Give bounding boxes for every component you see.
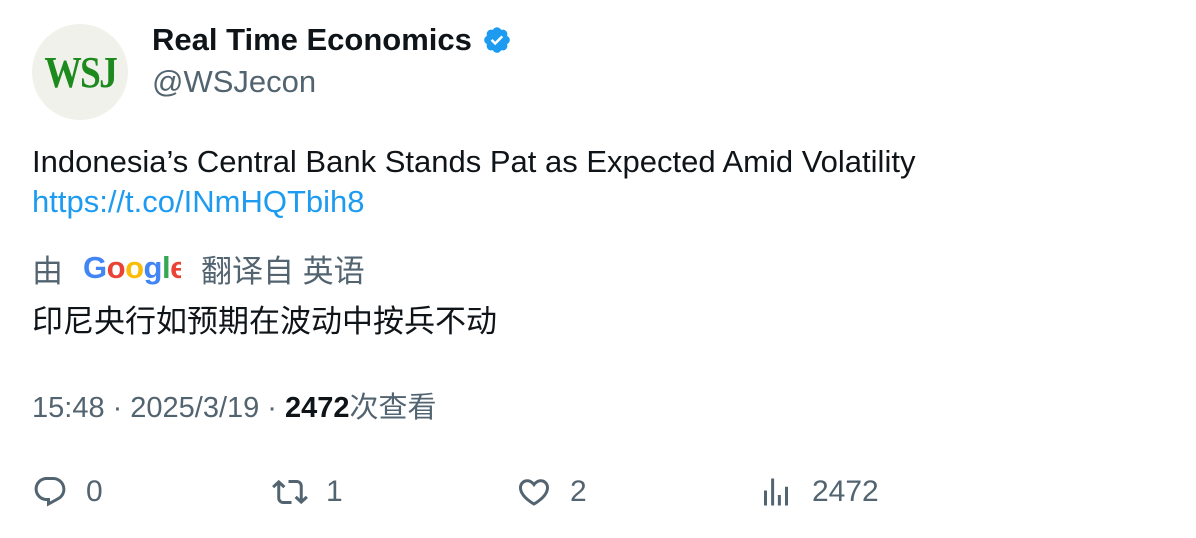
translated-text: 印尼央行如预期在波动中按兵不动 [32, 304, 497, 339]
tweet-time[interactable]: 15:48 [32, 392, 105, 425]
views-label: 次查看 [349, 392, 437, 424]
google-logo-icon[interactable]: Google [83, 249, 188, 289]
display-name[interactable]: Real Time Economics [152, 22, 472, 58]
tweet-date[interactable]: 2025/3/19 [130, 392, 259, 425]
tweet-text: Indonesia’s Central Bank Stands Pat as E… [32, 142, 915, 222]
avatar[interactable]: WSJ [32, 24, 128, 120]
translation-prefix: 由 [32, 254, 63, 289]
retweet-icon [272, 479, 308, 505]
views-button[interactable]: 2472 [758, 470, 879, 514]
meta-separator: · [267, 392, 277, 424]
user-handle[interactable]: @WSJecon [152, 64, 316, 100]
author-name-row: Real Time Economics [152, 22, 512, 58]
verified-badge-icon[interactable] [482, 25, 512, 55]
action-bar: 0 1 2 2472 [32, 470, 1164, 514]
translation-suffix: 翻译自 英语 [201, 254, 365, 289]
reply-icon [34, 477, 66, 507]
like-button[interactable]: 2 [516, 470, 587, 514]
analytics-icon [764, 478, 788, 506]
translation-attribution: 由 Google 翻译自 英语 [32, 246, 365, 291]
tweet-meta: 15:48 · 2025/3/19 · 2472 次查看 [32, 384, 436, 426]
tweet-link[interactable]: https://t.co/INmHQTbih8 [32, 182, 915, 222]
like-count: 2 [570, 475, 587, 508]
tweet-body: Indonesia’s Central Bank Stands Pat as E… [32, 144, 916, 179]
retweet-button[interactable]: 1 [272, 470, 343, 514]
reply-button[interactable]: 0 [32, 470, 103, 514]
retweet-count: 1 [326, 475, 343, 508]
tweet: WSJ Real Time Economics @WSJecon Indones… [0, 0, 1196, 538]
reply-count: 0 [86, 475, 103, 508]
avatar-logo-text: WSJ [44, 47, 118, 97]
svg-text:Google: Google [83, 250, 181, 285]
heart-icon [518, 479, 550, 506]
views-action-count: 2472 [812, 475, 879, 508]
meta-separator: · [112, 392, 123, 424]
views-count: 2472 [284, 392, 350, 424]
